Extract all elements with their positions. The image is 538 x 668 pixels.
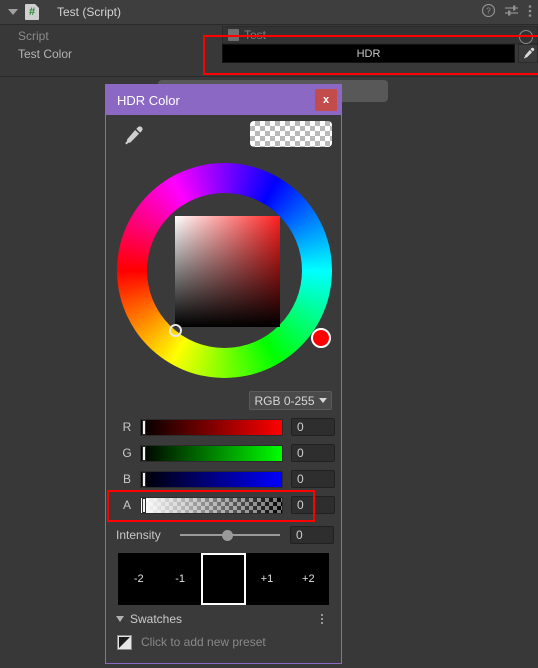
color-mode-dropdown[interactable]: RGB 0-255 [249,391,332,410]
add-preset-label: Click to add new preset [141,635,266,649]
channel-slider-b[interactable] [140,470,283,488]
channel-label-b: B [122,472,131,486]
picker-top-bar [106,115,341,157]
channel-input-b[interactable]: 0 [291,470,335,488]
channel-slider-a[interactable] [140,496,283,514]
color-mode-value: RGB 0-255 [254,393,315,408]
test-color-row-label: Test Color [18,47,73,61]
close-icon[interactable]: x [315,89,337,111]
script-field-value: Test [244,28,267,42]
channel-input-r[interactable]: 0 [291,418,335,436]
hue-handle[interactable] [311,328,331,348]
more-menu-icon[interactable] [528,4,532,21]
component-foldout-toggle[interactable] [8,9,18,15]
swatches-label: Swatches [130,612,183,626]
exposure-preset-plus1[interactable]: +1 [246,553,287,605]
component-title: Test (Script) [57,5,122,19]
channel-input-a[interactable]: 0 [291,496,335,514]
color-wheel-control[interactable] [117,163,332,378]
channel-row-r: R 0 [106,417,341,437]
intensity-label: Intensity [116,528,161,542]
current-color-preview[interactable] [250,121,332,147]
color-swatch-icon [117,634,132,650]
hdr-color-dialog: HDR Color x RGB 0-255 R 0 G 0 B 0 A 0 In… [105,84,342,664]
script-asset-icon [228,29,239,41]
intensity-input[interactable]: 0 [290,526,334,544]
channel-row-b: B 0 [106,469,341,489]
help-icon[interactable]: ? [481,3,496,20]
saturation-value-handle[interactable] [169,324,182,337]
script-row-label: Script [18,29,49,43]
channel-knob-g[interactable] [142,445,146,461]
color-field-eyedropper-icon[interactable] [518,44,538,63]
kebab-menu-icon[interactable] [315,612,329,626]
object-picker-icon[interactable] [519,30,533,44]
add-preset-row[interactable]: Click to add new preset [106,631,341,653]
hdr-badge-label: HDR [356,47,381,60]
exposure-preset-minus1[interactable]: -1 [159,553,200,605]
script-object-field[interactable]: Test [222,26,538,44]
channel-slider-g[interactable] [140,444,283,462]
dialog-title-bar[interactable]: HDR Color x [106,85,341,115]
exposure-preset-plus2[interactable]: +2 [288,553,329,605]
dialog-title: HDR Color [117,92,180,108]
intensity-slider[interactable] [180,528,280,542]
intensity-row: Intensity 0 [106,525,341,545]
channel-row-a: A 0 [106,495,341,515]
intensity-slider-knob[interactable] [222,530,233,541]
channel-input-g[interactable]: 0 [291,444,335,462]
exposure-presets-strip: -2 -1 +1 +2 [118,553,329,605]
channel-label-a: A [122,498,131,512]
channel-label-r: R [122,420,132,434]
exposure-preset-current[interactable] [200,553,247,605]
chevron-down-icon [318,398,327,403]
swatches-header[interactable]: Swatches [106,609,341,629]
swatches-foldout-icon[interactable] [116,616,124,622]
channel-knob-r[interactable] [142,419,146,435]
channel-knob-b[interactable] [142,471,146,487]
preset-icon[interactable] [505,4,518,20]
svg-text:?: ? [486,7,491,16]
channel-row-g: G 0 [106,443,341,463]
exposure-preset-minus2[interactable]: -2 [118,553,159,605]
component-header: # Test (Script) ? [0,0,538,25]
channel-label-g: G [122,446,132,460]
channel-slider-r[interactable] [140,418,283,436]
eyedropper-icon[interactable] [120,123,146,149]
component-header-icons: ? [481,0,532,24]
test-color-swatch-field[interactable]: HDR [222,44,515,63]
script-icon: # [25,4,39,20]
saturation-value-square[interactable] [175,216,280,327]
channel-knob-a[interactable] [142,497,146,513]
